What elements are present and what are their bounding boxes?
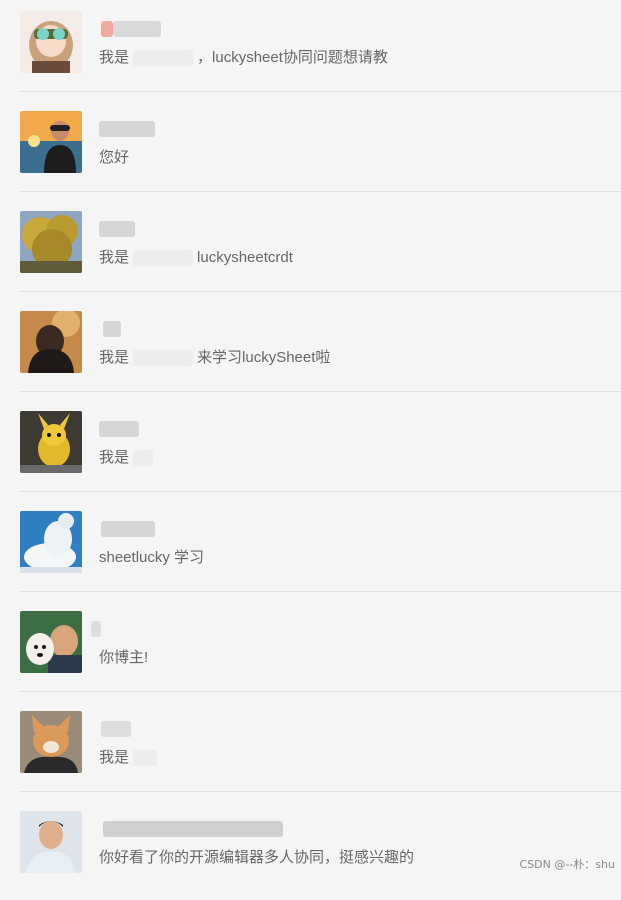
contact-name-blurred [99, 117, 299, 139]
contact-name-blurred [99, 517, 299, 539]
message-preview: sheetlucky 学习 [99, 549, 205, 566]
conversation-row[interactable]: 我是 [0, 400, 621, 500]
conversation-row[interactable]: sheetlucky 学习 [0, 500, 621, 600]
contact-name-blurred [91, 617, 299, 639]
conversation-row[interactable]: 我是 luckysheetcrdt [0, 200, 621, 300]
conversation-row[interactable]: 你博主! [0, 600, 621, 700]
divider [20, 91, 621, 92]
conversation-list: 我是 ，luckysheet协同问题想请教 您好 我是 luckysheetcr… [0, 0, 621, 876]
message-preview: 我是 来学习luckySheet啦 [99, 349, 331, 367]
divider [20, 391, 621, 392]
sunset-person-avatar[interactable] [20, 111, 82, 173]
pikachu-avatar[interactable] [20, 411, 82, 473]
divider [20, 691, 621, 692]
tree-avatar[interactable] [20, 211, 82, 273]
man-avatar[interactable] [20, 811, 82, 873]
conversation-row[interactable]: 我是 [0, 700, 621, 800]
contact-name-blurred [99, 217, 299, 239]
message-preview: 您好 [99, 149, 130, 166]
message-preview: 我是 [99, 448, 157, 468]
contact-name-blurred [99, 817, 299, 839]
anime-girl-avatar[interactable] [20, 11, 82, 73]
conversation-row[interactable]: 您好 [0, 100, 621, 200]
divider [20, 191, 621, 192]
cloud-avatar[interactable] [20, 511, 82, 573]
divider [20, 291, 621, 292]
divider [20, 591, 621, 592]
divider [20, 791, 621, 792]
divider [20, 491, 621, 492]
message-preview: 你博主! [99, 649, 149, 666]
conversation-row[interactable]: 我是 ，luckysheet协同问题想请教 [0, 0, 621, 100]
corgi-avatar[interactable] [20, 711, 82, 773]
message-preview: 我是 ，luckysheet协同问题想请教 [99, 49, 388, 67]
watermark: CSDN @--朴：shu [519, 858, 615, 871]
message-preview: 我是 luckysheetcrdt [99, 249, 293, 267]
contact-name-blurred [99, 717, 299, 739]
contact-name-blurred [99, 17, 299, 39]
conversation-row[interactable]: 你好看了你的开源编辑器多人协同，挺感兴趣的 [0, 800, 621, 900]
contact-name-blurred [99, 317, 299, 339]
conversation-row[interactable]: 我是 来学习luckySheet啦 [0, 300, 621, 400]
message-preview: 我是 [99, 748, 161, 768]
message-preview: 你好看了你的开源编辑器多人协同，挺感兴趣的 [99, 849, 415, 866]
dog-person-avatar[interactable] [20, 611, 82, 673]
dark-person-avatar[interactable] [20, 311, 82, 373]
contact-name-blurred [99, 417, 299, 439]
